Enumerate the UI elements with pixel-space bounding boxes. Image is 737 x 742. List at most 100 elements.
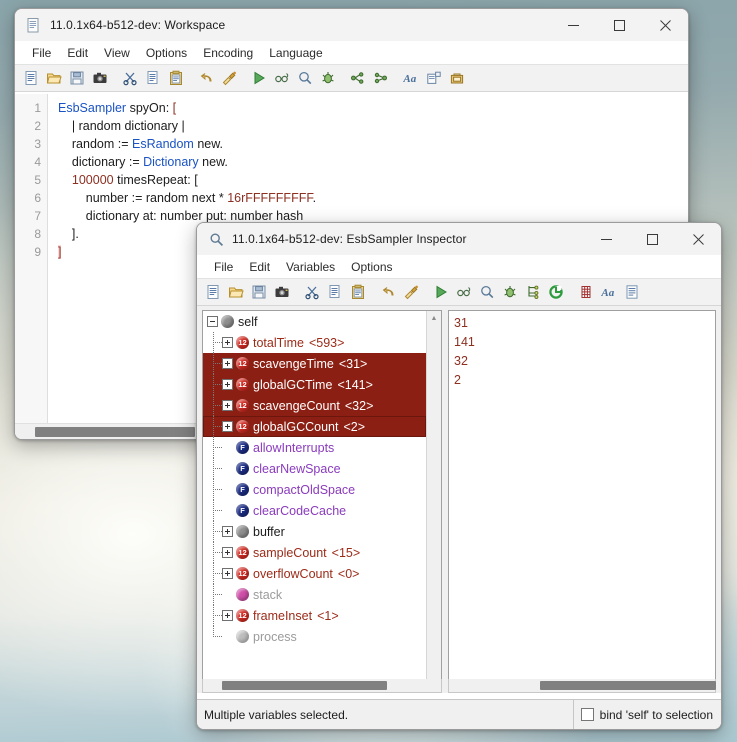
tree-item-totaltime[interactable]: 12 totalTime <593>	[203, 332, 426, 353]
inspector-toolbar[interactable]: Aa	[197, 279, 721, 306]
bind-self-checkbox[interactable]	[580, 708, 594, 721]
toolbox-icon[interactable]	[446, 68, 467, 89]
tree-item-process[interactable]: process	[203, 626, 426, 647]
variables-tree-pane[interactable]: self 12 totalTime <593> 12 scavengeTime <31> 12…	[202, 310, 442, 693]
branch-icon[interactable]	[522, 282, 543, 303]
collapse-toggle-icon[interactable]	[207, 316, 218, 327]
run-play-icon[interactable]	[248, 68, 269, 89]
menu-item-encoding[interactable]: Encoding	[195, 44, 261, 62]
inspect-glasses-icon[interactable]	[453, 282, 474, 303]
inspect-glasses-icon[interactable]	[271, 68, 292, 89]
code-line[interactable]: | random dictionary |	[58, 117, 688, 135]
maximize-icon[interactable]	[629, 223, 675, 255]
close-icon[interactable]	[642, 9, 688, 41]
tree-item-buffer[interactable]: buffer	[203, 521, 426, 542]
tree-item-scavengetime[interactable]: 12 scavengeTime <31>	[203, 353, 426, 374]
code-line[interactable]: number := random next * 16rFFFFFFFFF.	[58, 189, 688, 207]
paste-icon[interactable]	[347, 282, 368, 303]
search-magnifier-icon[interactable]	[476, 282, 497, 303]
tree-item-allowinterrupts[interactable]: FallowInterrupts	[203, 437, 426, 458]
variables-tree[interactable]: self 12 totalTime <593> 12 scavengeTime <31> 12…	[203, 311, 426, 692]
undo-icon[interactable]	[377, 282, 398, 303]
menu-item-file[interactable]: File	[206, 258, 241, 276]
scroll-up-arrow[interactable]: ▲	[427, 311, 441, 326]
copy-icon[interactable]	[324, 282, 345, 303]
expand-toggle-icon[interactable]	[222, 547, 233, 558]
menu-item-variables[interactable]: Variables	[278, 258, 343, 276]
list-icon[interactable]	[621, 282, 642, 303]
expand-toggle-icon[interactable]	[222, 400, 233, 411]
debug-bug-icon[interactable]	[317, 68, 338, 89]
redo-icon[interactable]	[400, 282, 421, 303]
debug-bug-icon[interactable]	[499, 282, 520, 303]
menu-item-options[interactable]: Options	[138, 44, 195, 62]
menu-item-file[interactable]: File	[24, 44, 59, 62]
code-line[interactable]: dictionary := Dictionary new.	[58, 153, 688, 171]
tree-item-overflowcount[interactable]: 12 overflowCount <0>	[203, 563, 426, 584]
maximize-icon[interactable]	[596, 9, 642, 41]
open-folder-icon[interactable]	[225, 282, 246, 303]
tree-item-samplecount[interactable]: 12 sampleCount <15>	[203, 542, 426, 563]
expand-toggle-icon[interactable]	[222, 610, 233, 621]
code-line[interactable]: 100000 timesRepeat: [	[58, 171, 688, 189]
expand-toggle-icon[interactable]	[222, 421, 233, 432]
refresh-icon[interactable]	[545, 282, 566, 303]
share-nodes-icon[interactable]	[370, 68, 391, 89]
expand-toggle-icon[interactable]	[222, 568, 233, 579]
font-icon[interactable]: Aa	[598, 282, 619, 303]
new-file-icon[interactable]	[20, 68, 41, 89]
snapshot-camera-icon[interactable]	[271, 282, 292, 303]
scrollbar-thumb[interactable]	[540, 681, 716, 690]
menu-item-options[interactable]: Options	[343, 258, 400, 276]
expand-toggle-icon[interactable]	[222, 358, 233, 369]
redo-icon[interactable]	[218, 68, 239, 89]
tree-horizontal-scrollbar[interactable]	[202, 679, 442, 693]
scrollbar-thumb[interactable]	[35, 427, 195, 437]
grid-icon[interactable]	[575, 282, 596, 303]
cut-scissors-icon[interactable]	[119, 68, 140, 89]
menu-item-language[interactable]: Language	[261, 44, 330, 62]
cut-scissors-icon[interactable]	[301, 282, 322, 303]
menu-item-view[interactable]: View	[96, 44, 138, 62]
menu-item-edit[interactable]: Edit	[59, 44, 96, 62]
tree-item-compactoldspace[interactable]: FcompactOldSpace	[203, 479, 426, 500]
tree-item-stack[interactable]: stack	[203, 584, 426, 605]
code-line[interactable]: EsbSampler spyOn: [	[58, 99, 688, 117]
scrollbar-thumb[interactable]	[222, 681, 387, 690]
branch-icon[interactable]	[347, 68, 368, 89]
tree-item-globalgctime[interactable]: 12 globalGCTime <141>	[203, 374, 426, 395]
tree-vertical-scrollbar[interactable]: ▲ ▼	[426, 311, 441, 692]
undo-icon[interactable]	[195, 68, 216, 89]
workspace-titlebar[interactable]: 11.0.1x64-b512-dev: Workspace	[15, 9, 688, 41]
run-play-icon[interactable]	[430, 282, 451, 303]
close-icon[interactable]	[675, 223, 721, 255]
minimize-icon[interactable]	[550, 9, 596, 41]
search-magnifier-icon[interactable]	[294, 68, 315, 89]
expand-toggle-icon[interactable]	[222, 379, 233, 390]
tree-item-clearnewspace[interactable]: FclearNewSpace	[203, 458, 426, 479]
inspector-menubar[interactable]: File Edit Variables Options	[197, 255, 721, 279]
save-icon[interactable]	[248, 282, 269, 303]
tree-item-self[interactable]: self	[203, 311, 426, 332]
tree-item-scavengecount[interactable]: 12 scavengeCount <32>	[203, 395, 426, 416]
layout-icon[interactable]	[423, 68, 444, 89]
snapshot-camera-icon[interactable]	[89, 68, 110, 89]
paste-icon[interactable]	[165, 68, 186, 89]
tree-item-clearcodecache[interactable]: FclearCodeCache	[203, 500, 426, 521]
minimize-icon[interactable]	[583, 223, 629, 255]
value-display-pane[interactable]: 31 141 32 2	[448, 310, 716, 693]
value-horizontal-scrollbar[interactable]	[448, 679, 716, 693]
code-line[interactable]: random := EsRandom new.	[58, 135, 688, 153]
save-icon[interactable]	[66, 68, 87, 89]
new-file-icon[interactable]	[202, 282, 223, 303]
menu-item-edit[interactable]: Edit	[241, 258, 278, 276]
copy-icon[interactable]	[142, 68, 163, 89]
tree-item-frameinset[interactable]: 12 frameInset <1>	[203, 605, 426, 626]
workspace-menubar[interactable]: File Edit View Options Encoding Language	[15, 41, 688, 65]
inspector-titlebar[interactable]: 11.0.1x64-b512-dev: EsbSampler Inspector	[197, 223, 721, 255]
font-icon[interactable]: Aa	[400, 68, 421, 89]
expand-toggle-icon[interactable]	[222, 337, 233, 348]
expand-toggle-icon[interactable]	[222, 526, 233, 537]
bind-self-checkbox-group[interactable]: bind 'self' to selection	[572, 699, 721, 729]
tree-item-globalgccount[interactable]: 12 globalGCCount <2>	[203, 416, 426, 437]
